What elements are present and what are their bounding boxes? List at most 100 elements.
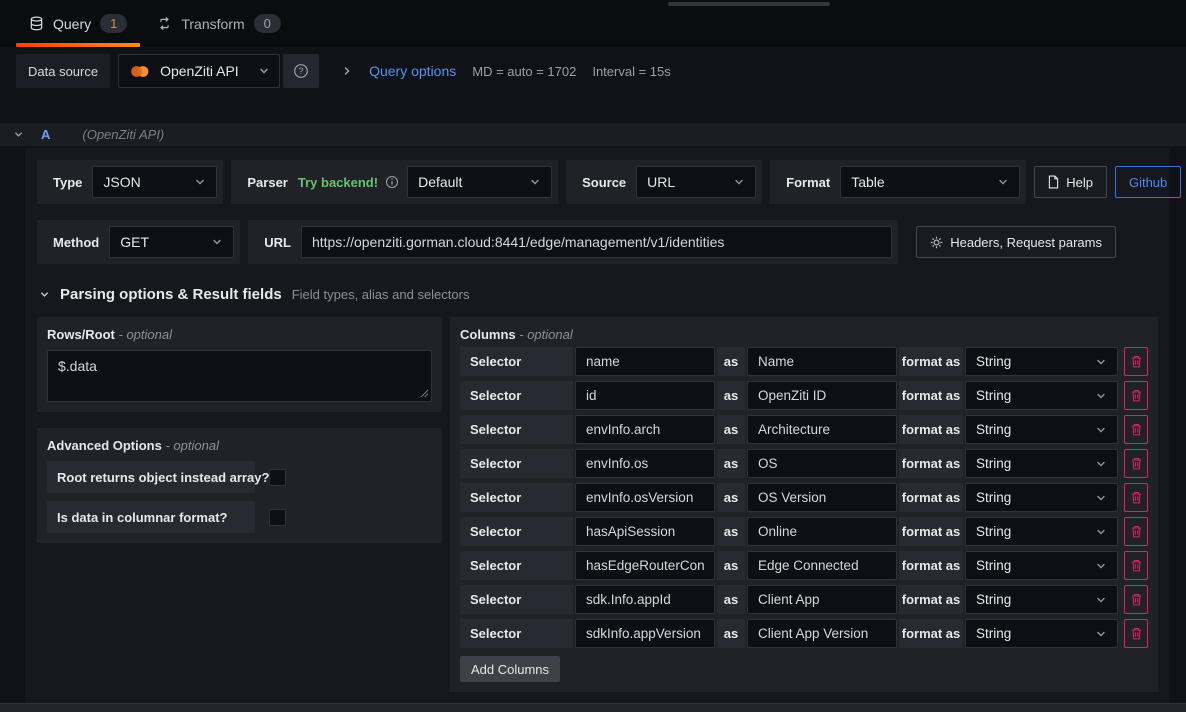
selector-input[interactable] [575, 585, 715, 614]
max-data-points-text: MD = auto = 1702 [472, 64, 576, 79]
source-select[interactable]: URL [636, 166, 756, 198]
delete-column-button[interactable] [1124, 585, 1148, 614]
parser-info-button[interactable] [385, 175, 399, 189]
selector-input[interactable] [575, 381, 715, 410]
chevron-down-icon [733, 176, 745, 188]
type-label: Type [43, 175, 92, 190]
type-select[interactable]: JSON [92, 166, 217, 198]
rows-root-panel: Rows/Root - optional $.data [37, 317, 442, 412]
github-button[interactable]: Github [1115, 166, 1181, 198]
active-tab-underline [16, 43, 140, 47]
tab-transform-count-badge: 0 [254, 14, 281, 33]
format-type-select[interactable]: String [965, 585, 1118, 614]
format-as-label: format as [899, 619, 963, 648]
tab-query[interactable]: Query 1 [14, 0, 142, 47]
selector-input[interactable] [575, 415, 715, 444]
type-field-group: Type JSON [37, 160, 223, 204]
source-label: Source [572, 175, 636, 190]
delete-column-button[interactable] [1124, 381, 1148, 410]
alias-input[interactable] [747, 415, 897, 444]
help-button-label: Help [1066, 175, 1093, 190]
alias-input[interactable] [747, 449, 897, 478]
tab-transform[interactable]: Transform 0 [142, 0, 296, 47]
method-field-group: Method GET [37, 220, 240, 264]
parsing-section-header[interactable]: Parsing options & Result fields Field ty… [37, 286, 1158, 303]
format-type-select[interactable]: String [965, 347, 1118, 376]
chevron-down-icon [1095, 492, 1107, 504]
alias-input[interactable] [747, 551, 897, 580]
alias-input[interactable] [747, 517, 897, 546]
alias-input[interactable] [747, 619, 897, 648]
format-type-select[interactable]: String [965, 551, 1118, 580]
chevron-down-icon [194, 176, 206, 188]
format-type-select[interactable]: String [965, 415, 1118, 444]
help-button[interactable]: Help [1034, 166, 1107, 198]
parser-label: Parser [237, 175, 297, 190]
chevron-down-icon [211, 236, 223, 248]
format-select-value: Table [851, 174, 884, 190]
column-row: Selector as format as String [460, 449, 1148, 478]
delete-column-button[interactable] [1124, 415, 1148, 444]
headers-request-params-button[interactable]: Headers, Request params [916, 226, 1116, 258]
columns-rows: Selector as format as String Selector as… [460, 347, 1148, 648]
query-options-link[interactable]: Query options [369, 63, 456, 79]
format-select[interactable]: Table [840, 166, 1020, 198]
delete-column-button[interactable] [1124, 551, 1148, 580]
chevron-down-icon [1095, 560, 1107, 572]
datasource-picker[interactable]: OpenZiti API [118, 54, 280, 88]
columns-label: Columns [460, 327, 516, 342]
parser-select-value: Default [418, 174, 462, 190]
format-type-value: String [976, 354, 1011, 369]
query-row-header[interactable]: A (OpenZiti API) [0, 123, 1186, 146]
tab-query-label: Query [53, 16, 91, 32]
selector-input[interactable] [575, 449, 715, 478]
info-circle-icon [385, 175, 399, 189]
format-type-value: String [976, 388, 1011, 403]
selector-input[interactable] [575, 517, 715, 546]
advanced-options-optional: - optional [165, 438, 218, 453]
format-type-select[interactable]: String [965, 483, 1118, 512]
rows-root-textarea[interactable]: $.data [47, 350, 432, 402]
delete-column-button[interactable] [1124, 483, 1148, 512]
selector-input[interactable] [575, 619, 715, 648]
url-input[interactable] [301, 226, 892, 258]
editor-tab-bar: Query 1 Transform 0 [0, 0, 1186, 47]
selector-label: Selector [460, 415, 573, 444]
method-select-value: GET [120, 234, 149, 250]
alias-input[interactable] [747, 381, 897, 410]
selector-input[interactable] [575, 551, 715, 580]
selector-input[interactable] [575, 347, 715, 376]
delete-column-button[interactable] [1124, 347, 1148, 376]
selector-label: Selector [460, 449, 573, 478]
trash-icon [1131, 627, 1142, 640]
format-type-select[interactable]: String [965, 619, 1118, 648]
datasource-help-button[interactable]: ? [283, 54, 319, 88]
format-type-select[interactable]: String [965, 381, 1118, 410]
method-select[interactable]: GET [109, 226, 234, 258]
selector-label: Selector [460, 347, 573, 376]
format-type-select[interactable]: String [965, 449, 1118, 478]
trash-icon [1131, 559, 1142, 572]
alias-input[interactable] [747, 585, 897, 614]
format-as-label: format as [899, 415, 963, 444]
alias-input[interactable] [747, 483, 897, 512]
delete-column-button[interactable] [1124, 517, 1148, 546]
delete-column-button[interactable] [1124, 449, 1148, 478]
columns-panel: Columns - optional Selector as format as… [450, 317, 1158, 692]
format-field-group: Format Table [770, 160, 1026, 204]
as-label: as [717, 347, 745, 376]
alias-input[interactable] [747, 347, 897, 376]
parser-select[interactable]: Default [407, 166, 552, 198]
columnar-format-checkbox[interactable] [269, 509, 286, 526]
add-columns-button[interactable]: Add Columns [460, 656, 560, 682]
source-select-value: URL [647, 174, 675, 190]
pane-drag-handle[interactable] [668, 2, 830, 6]
format-type-select[interactable]: String [965, 517, 1118, 546]
trash-icon [1131, 525, 1142, 538]
root-returns-object-checkbox[interactable] [269, 469, 286, 486]
chevron-down-icon [1095, 424, 1107, 436]
delete-column-button[interactable] [1124, 619, 1148, 648]
transform-icon [157, 16, 172, 31]
selector-input[interactable] [575, 483, 715, 512]
query-ref-id[interactable]: A [41, 127, 50, 142]
